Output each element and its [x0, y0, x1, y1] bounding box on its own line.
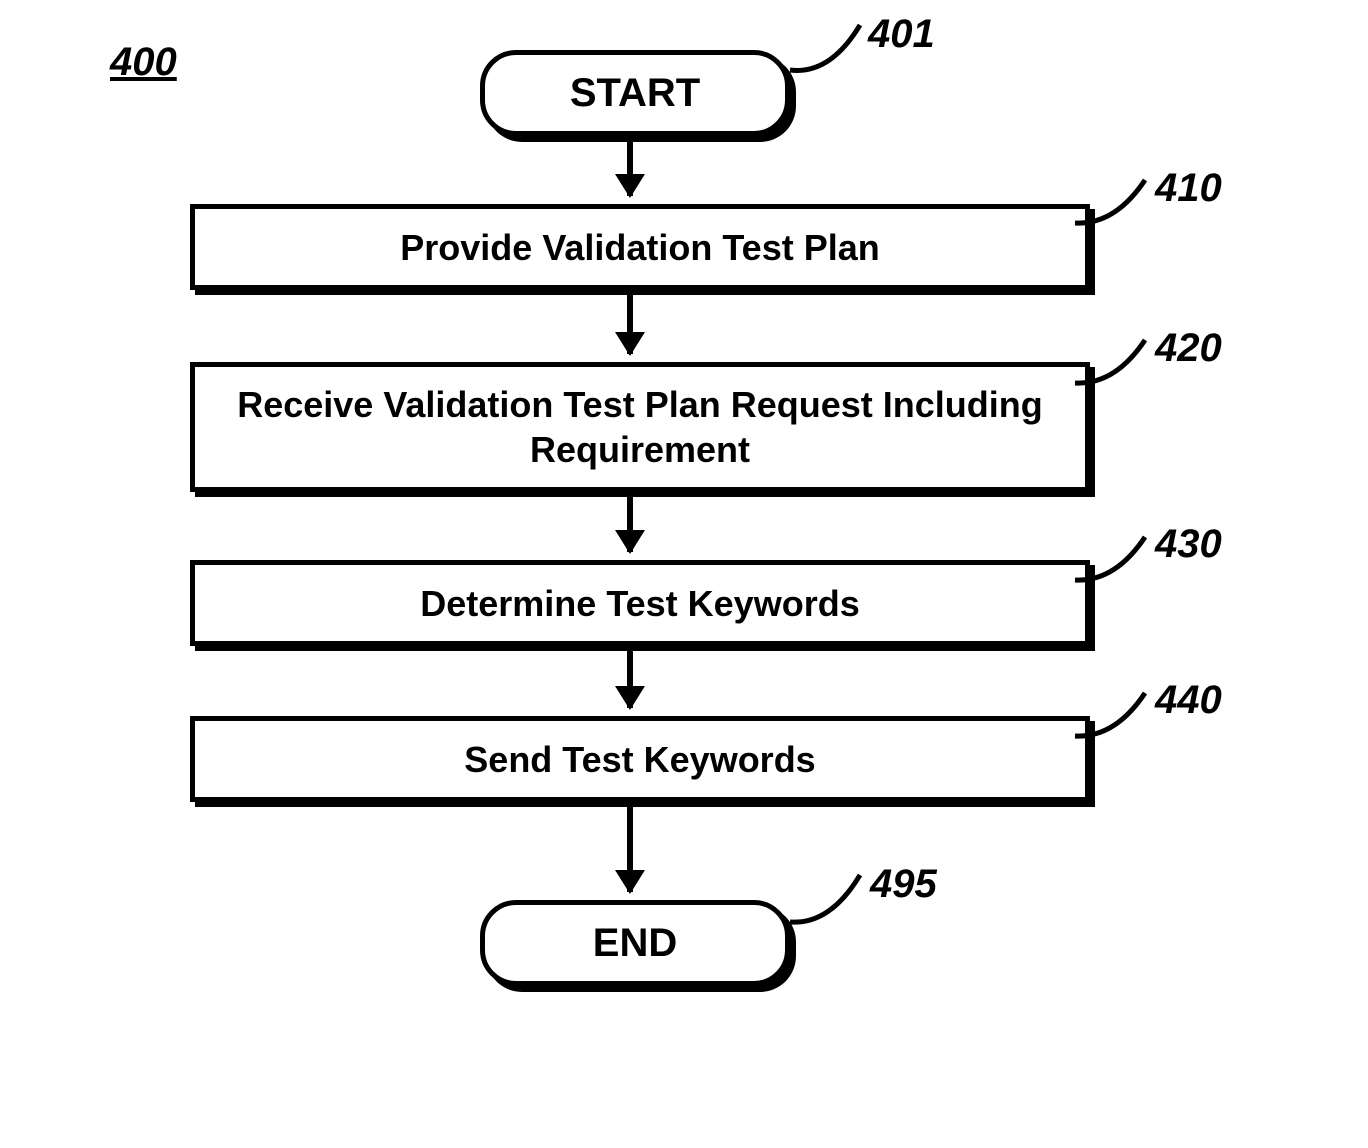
step1-callout	[1075, 175, 1165, 230]
step3-ref: 430	[1155, 522, 1222, 567]
start-ref: 401	[868, 12, 935, 57]
step4-callout	[1075, 688, 1165, 743]
flowchart-canvas: 400 START 401 Provide Validation Test Pl…	[0, 0, 1368, 1148]
figure-label: 400	[110, 40, 177, 85]
arrow-4	[627, 648, 633, 708]
step3-text: Determine Test Keywords	[420, 581, 859, 626]
arrow-2	[627, 292, 633, 354]
arrow-1	[627, 138, 633, 196]
step3-node: Determine Test Keywords	[190, 560, 1090, 646]
step2-callout	[1075, 335, 1165, 390]
step3-callout	[1075, 532, 1165, 587]
end-node: END	[480, 900, 790, 986]
end-callout	[790, 870, 880, 930]
step1-text: Provide Validation Test Plan	[400, 225, 879, 270]
step4-text: Send Test Keywords	[464, 737, 815, 782]
step1-node: Provide Validation Test Plan	[190, 204, 1090, 290]
start-callout	[790, 20, 880, 80]
step2-text: Receive Validation Test Plan Request Inc…	[205, 382, 1075, 472]
end-ref: 495	[870, 862, 937, 907]
step1-ref: 410	[1155, 166, 1222, 211]
arrow-5	[627, 804, 633, 892]
step4-ref: 440	[1155, 678, 1222, 723]
start-text: START	[570, 71, 700, 116]
step4-node: Send Test Keywords	[190, 716, 1090, 802]
arrow-3	[627, 494, 633, 552]
step2-ref: 420	[1155, 326, 1222, 371]
end-text: END	[593, 921, 677, 966]
step2-node: Receive Validation Test Plan Request Inc…	[190, 362, 1090, 492]
start-node: START	[480, 50, 790, 136]
